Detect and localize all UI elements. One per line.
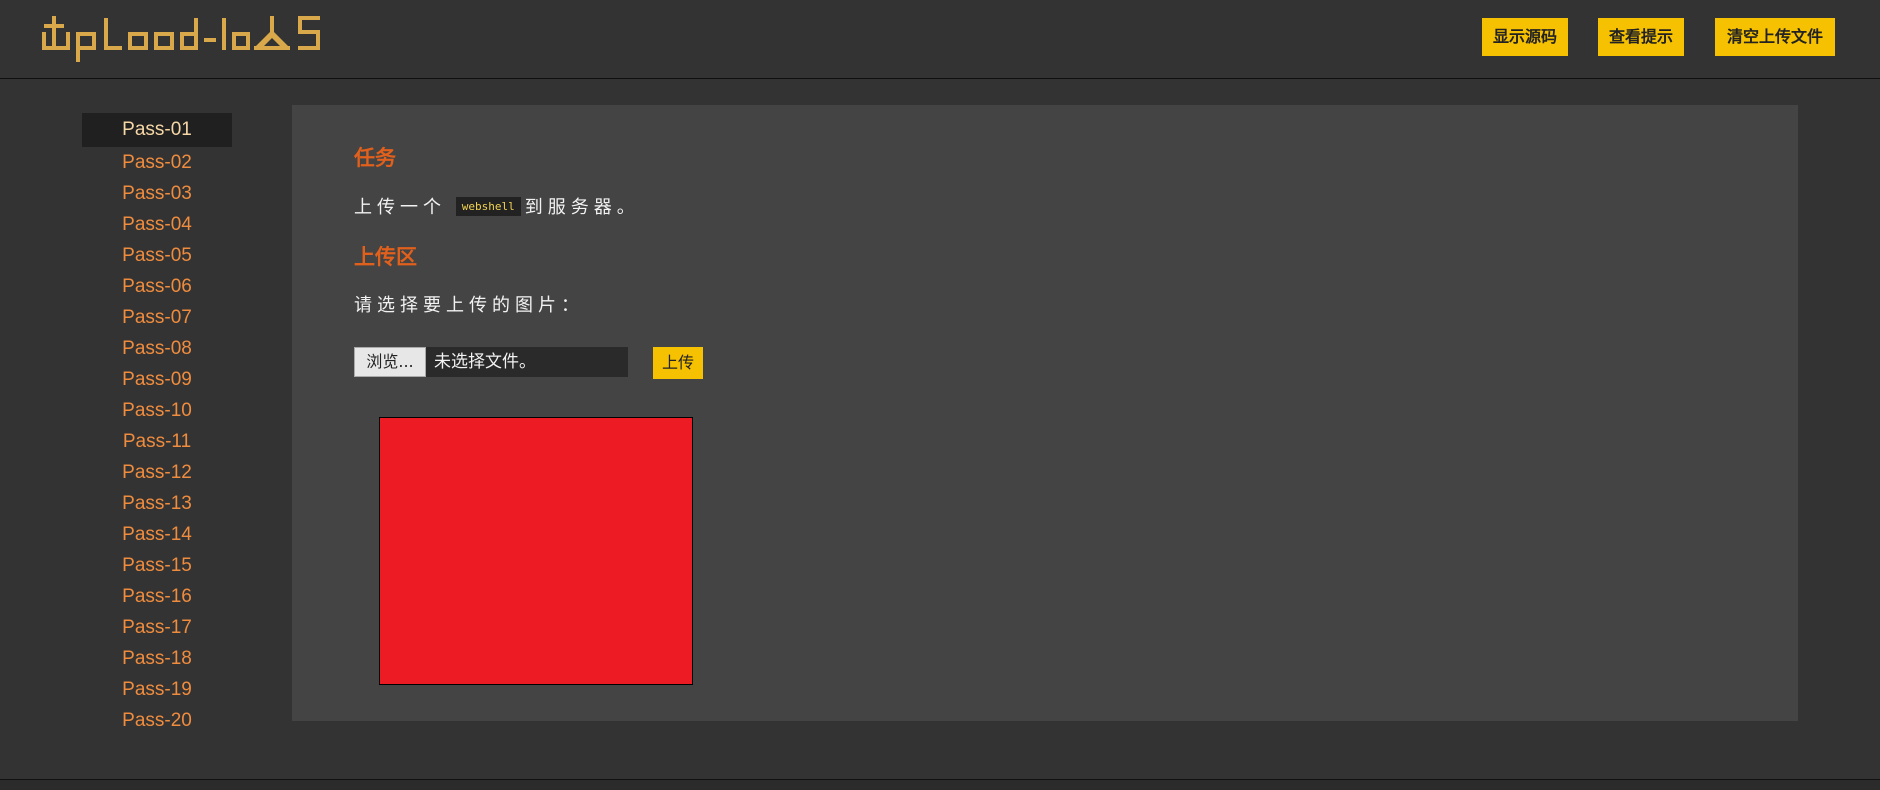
task-heading: 任务 [354,146,396,170]
sidebar-item-pass-09[interactable]: Pass-09 [82,364,232,395]
browse-button[interactable]: 浏览... [354,347,426,377]
sidebar-item-pass-13[interactable]: Pass-13 [82,488,232,519]
task-text-after: 到服务器。 [524,197,640,218]
sidebar-item-pass-02[interactable]: Pass-02 [82,147,232,178]
app-root: 显示源码 查看提示 清空上传文件 Pass-01 Pass-02 Pass-03… [0,0,1880,790]
sidebar-item-pass-18[interactable]: Pass-18 [82,643,232,674]
sidebar-item-pass-20[interactable]: Pass-20 [82,705,232,736]
sidebar-item-pass-15[interactable]: Pass-15 [82,550,232,581]
image-preview [379,417,693,685]
select-image-prompt: 请选择要上传的图片： [354,295,584,316]
pass-sidebar: Pass-01 Pass-02 Pass-03 Pass-04 Pass-05 … [82,113,232,736]
sidebar-item-pass-11[interactable]: Pass-11 [82,426,232,457]
top-header: 显示源码 查看提示 清空上传文件 [0,0,1880,79]
upload-labs-logo [42,16,320,62]
file-input[interactable]: 浏览... 未选择文件。 [354,347,628,377]
task-description: 上传一个 webshell 到服务器。 [354,193,640,219]
sidebar-item-pass-12[interactable]: Pass-12 [82,457,232,488]
view-hint-button[interactable]: 查看提示 [1598,18,1684,56]
file-status-text: 未选择文件。 [434,352,536,372]
sidebar-item-pass-10[interactable]: Pass-10 [82,395,232,426]
clear-uploads-button[interactable]: 清空上传文件 [1715,18,1835,56]
sidebar-item-pass-16[interactable]: Pass-16 [82,581,232,612]
sidebar-item-pass-01[interactable]: Pass-01 [82,113,232,147]
show-source-button[interactable]: 显示源码 [1482,18,1568,56]
sidebar-item-pass-04[interactable]: Pass-04 [82,209,232,240]
main-panel: 任务 上传一个 webshell 到服务器。 上传区 请选择要上传的图片： 浏览.… [292,105,1798,721]
sidebar-item-pass-05[interactable]: Pass-05 [82,240,232,271]
footer-divider [0,779,1880,790]
upload-heading: 上传区 [354,245,417,269]
upload-button[interactable]: 上传 [653,347,703,379]
sidebar-item-pass-19[interactable]: Pass-19 [82,674,232,705]
sidebar-item-pass-07[interactable]: Pass-07 [82,302,232,333]
sidebar-item-pass-03[interactable]: Pass-03 [82,178,232,209]
task-text-before: 上传一个 [354,197,446,218]
sidebar-item-pass-17[interactable]: Pass-17 [82,612,232,643]
webshell-code: webshell [455,197,521,216]
sidebar-item-pass-14[interactable]: Pass-14 [82,519,232,550]
sidebar-item-pass-08[interactable]: Pass-08 [82,333,232,364]
sidebar-item-pass-06[interactable]: Pass-06 [82,271,232,302]
